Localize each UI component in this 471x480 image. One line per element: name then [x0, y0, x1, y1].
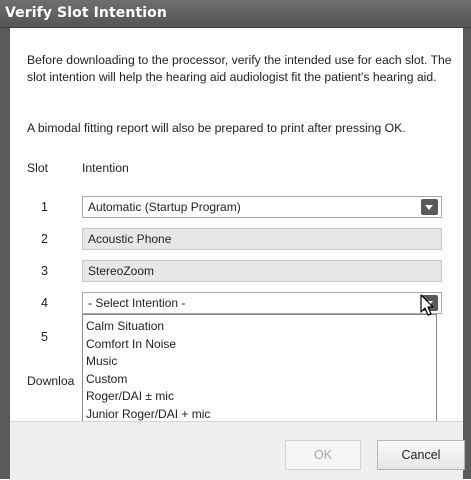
download-label: Downloa [27, 374, 75, 388]
slot-number: 2 [41, 232, 48, 246]
slot-2-intention-field: Acoustic Phone [82, 228, 442, 250]
chevron-down-icon[interactable] [421, 199, 438, 215]
mouse-cursor-icon [420, 294, 434, 316]
report-note: A bimodal fitting report will also be pr… [27, 121, 406, 135]
slot-number: 4 [41, 296, 48, 310]
dialog-title: Verify Slot Intention [5, 5, 167, 21]
slot-3-intention-value: StereoZoom [88, 264, 155, 278]
intention-dropdown-list: Calm Situation Comfort In Noise Music Cu… [82, 314, 437, 428]
dropdown-option[interactable]: Music [83, 353, 436, 371]
ok-button[interactable]: OK [285, 440, 361, 470]
intention-column-header: Intention [82, 161, 129, 175]
title-bar: Verify Slot Intention [0, 0, 471, 28]
slot-4-intention-dropdown[interactable]: - Select Intention - [82, 292, 442, 314]
slot-1-intention-value: Automatic (Startup Program) [88, 200, 241, 214]
slot-column-header: Slot [27, 161, 49, 175]
dropdown-option[interactable]: Calm Situation [83, 318, 436, 336]
slot-1-intention-dropdown[interactable]: Automatic (Startup Program) [82, 196, 442, 218]
dropdown-option[interactable]: Roger/DAI ± mic [83, 388, 436, 406]
cancel-button[interactable]: Cancel [377, 440, 465, 470]
slot-number: 1 [41, 200, 48, 214]
dropdown-option[interactable]: Comfort In Noise [83, 336, 436, 354]
dialog-description: Before downloading to the processor, ver… [27, 53, 452, 84]
slot-2-intention-value: Acoustic Phone [88, 232, 172, 246]
window-frame-left [0, 28, 10, 479]
slot-3-intention-field: StereoZoom [82, 260, 442, 282]
window-frame-right [463, 28, 471, 479]
dropdown-option[interactable]: Custom [83, 371, 436, 389]
slot-number: 3 [41, 264, 48, 278]
slot-number: 5 [41, 330, 48, 344]
slot-4-intention-value: - Select Intention - [88, 296, 186, 310]
